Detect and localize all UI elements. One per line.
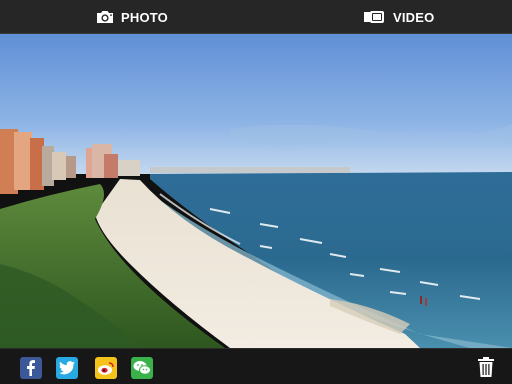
- video-tab[interactable]: VIDEO: [363, 0, 434, 34]
- facebook-icon: [24, 360, 38, 376]
- photo-tab[interactable]: PHOTO: [95, 0, 168, 34]
- video-tab-label: VIDEO: [393, 9, 435, 25]
- weibo-share-button[interactable]: [95, 357, 117, 379]
- photo-tab-label: PHOTO: [121, 9, 168, 25]
- trash-icon: [476, 356, 496, 378]
- camera-icon: [95, 9, 115, 25]
- wechat-icon: [133, 360, 151, 376]
- delete-button[interactable]: [476, 356, 496, 378]
- twitter-share-button[interactable]: [56, 357, 78, 379]
- facebook-share-button[interactable]: [20, 357, 42, 379]
- video-camera-icon: [363, 9, 387, 25]
- share-bar: [0, 348, 512, 384]
- top-mode-bar: PHOTO VIDEO: [0, 0, 512, 34]
- beach-photo: [0, 34, 512, 348]
- twitter-icon: [59, 361, 75, 375]
- photo-preview: [0, 34, 512, 348]
- weibo-icon: [97, 360, 115, 376]
- wechat-share-button[interactable]: [131, 357, 153, 379]
